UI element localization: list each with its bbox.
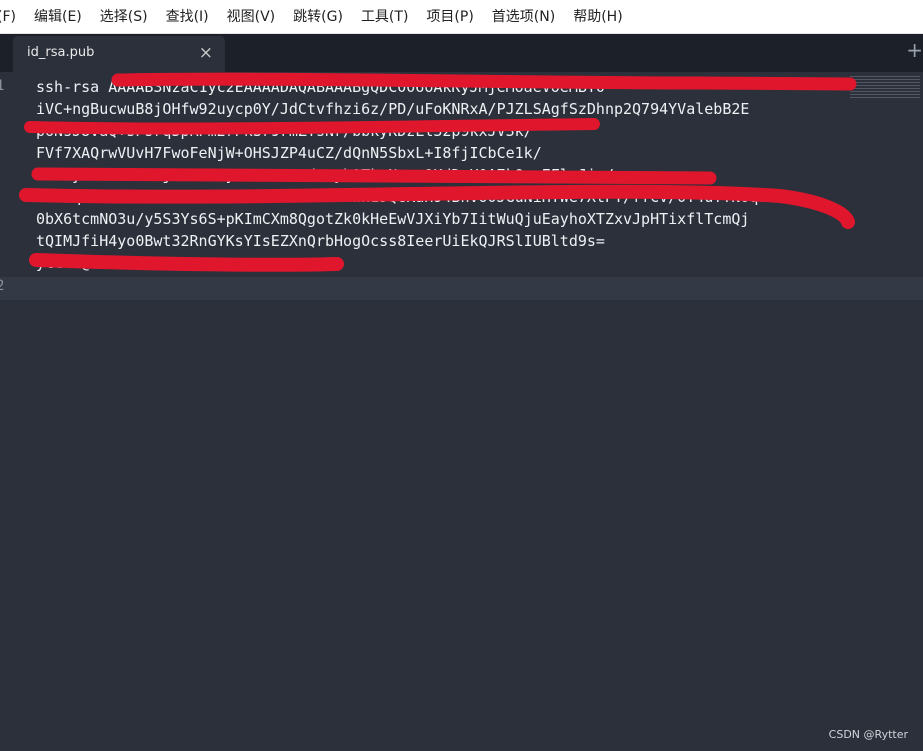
menu-bar: (F) 编辑(E) 选择(S) 查找(I) 视图(V) 跳转(G) 工具(T) …: [0, 0, 923, 34]
code-line: 0bX6tcmNO3u/y5S3Ys6S+pKImCXm8QgotZk0kHeE…: [36, 210, 750, 228]
menu-selection[interactable]: 选择(S): [91, 0, 157, 34]
plus-icon[interactable]: +: [906, 40, 923, 60]
code-line: ssh-rsa AAAAB3NzaC1yc2EAAAADAQABAAABgQDC…: [36, 78, 605, 96]
menu-project[interactable]: 项目(P): [417, 0, 482, 34]
tab-id-rsa-pub[interactable]: id_rsa.pub ×: [13, 36, 225, 72]
code-line: FVf7XAQrwVUvH7FwoFeNjW+OHSJZP4uCZ/dQnN5S…: [36, 144, 542, 162]
watermark: CSDN @Rytter: [828, 728, 908, 741]
menu-goto[interactable]: 跳转(G): [284, 0, 352, 34]
code-line: WEFoyIz1ulX0lhjSlPt0sy5cC8e3eodueyb9TkoN…: [36, 166, 614, 184]
current-line-highlight: [0, 277, 923, 300]
tab-title: id_rsa.pub: [27, 45, 95, 60]
minimap[interactable]: [850, 76, 920, 98]
line-number-1: 1: [0, 78, 5, 94]
menu-file[interactable]: (F): [0, 0, 25, 34]
code-line: ytter@...: [36, 254, 118, 272]
line-gutter: 1 2: [0, 72, 30, 751]
menu-view[interactable]: 视图(V): [218, 0, 285, 34]
tab-bar: id_rsa.pub × +: [0, 34, 923, 72]
line-number-2: 2: [0, 278, 5, 294]
menu-help[interactable]: 帮助(H): [564, 0, 631, 34]
close-icon[interactable]: ×: [199, 43, 213, 63]
menu-preferences[interactable]: 首选项(N): [483, 0, 564, 34]
code-line: iVC+ngBucwuB8jOHfw92uycp0Y/JdCtvfhzi6z/P…: [36, 100, 750, 118]
code-line: p6NsJ8vaQ+sPsrq3pRPm2rPkSr9rmZTsNr/bbkyK…: [36, 122, 533, 140]
menu-find[interactable]: 查找(I): [157, 0, 218, 34]
menu-edit[interactable]: 编辑(E): [25, 0, 91, 34]
code-line: 5GUxqM0kdEteYBKEfkZ0M0KC6kzSP2+wWJfwn1JQ…: [36, 188, 777, 206]
menu-tools[interactable]: 工具(T): [352, 0, 417, 34]
code-line: tQIMJfiH4yo0Bwt32RnGYKsYIsEZXnQrbHogOcss…: [36, 232, 605, 250]
